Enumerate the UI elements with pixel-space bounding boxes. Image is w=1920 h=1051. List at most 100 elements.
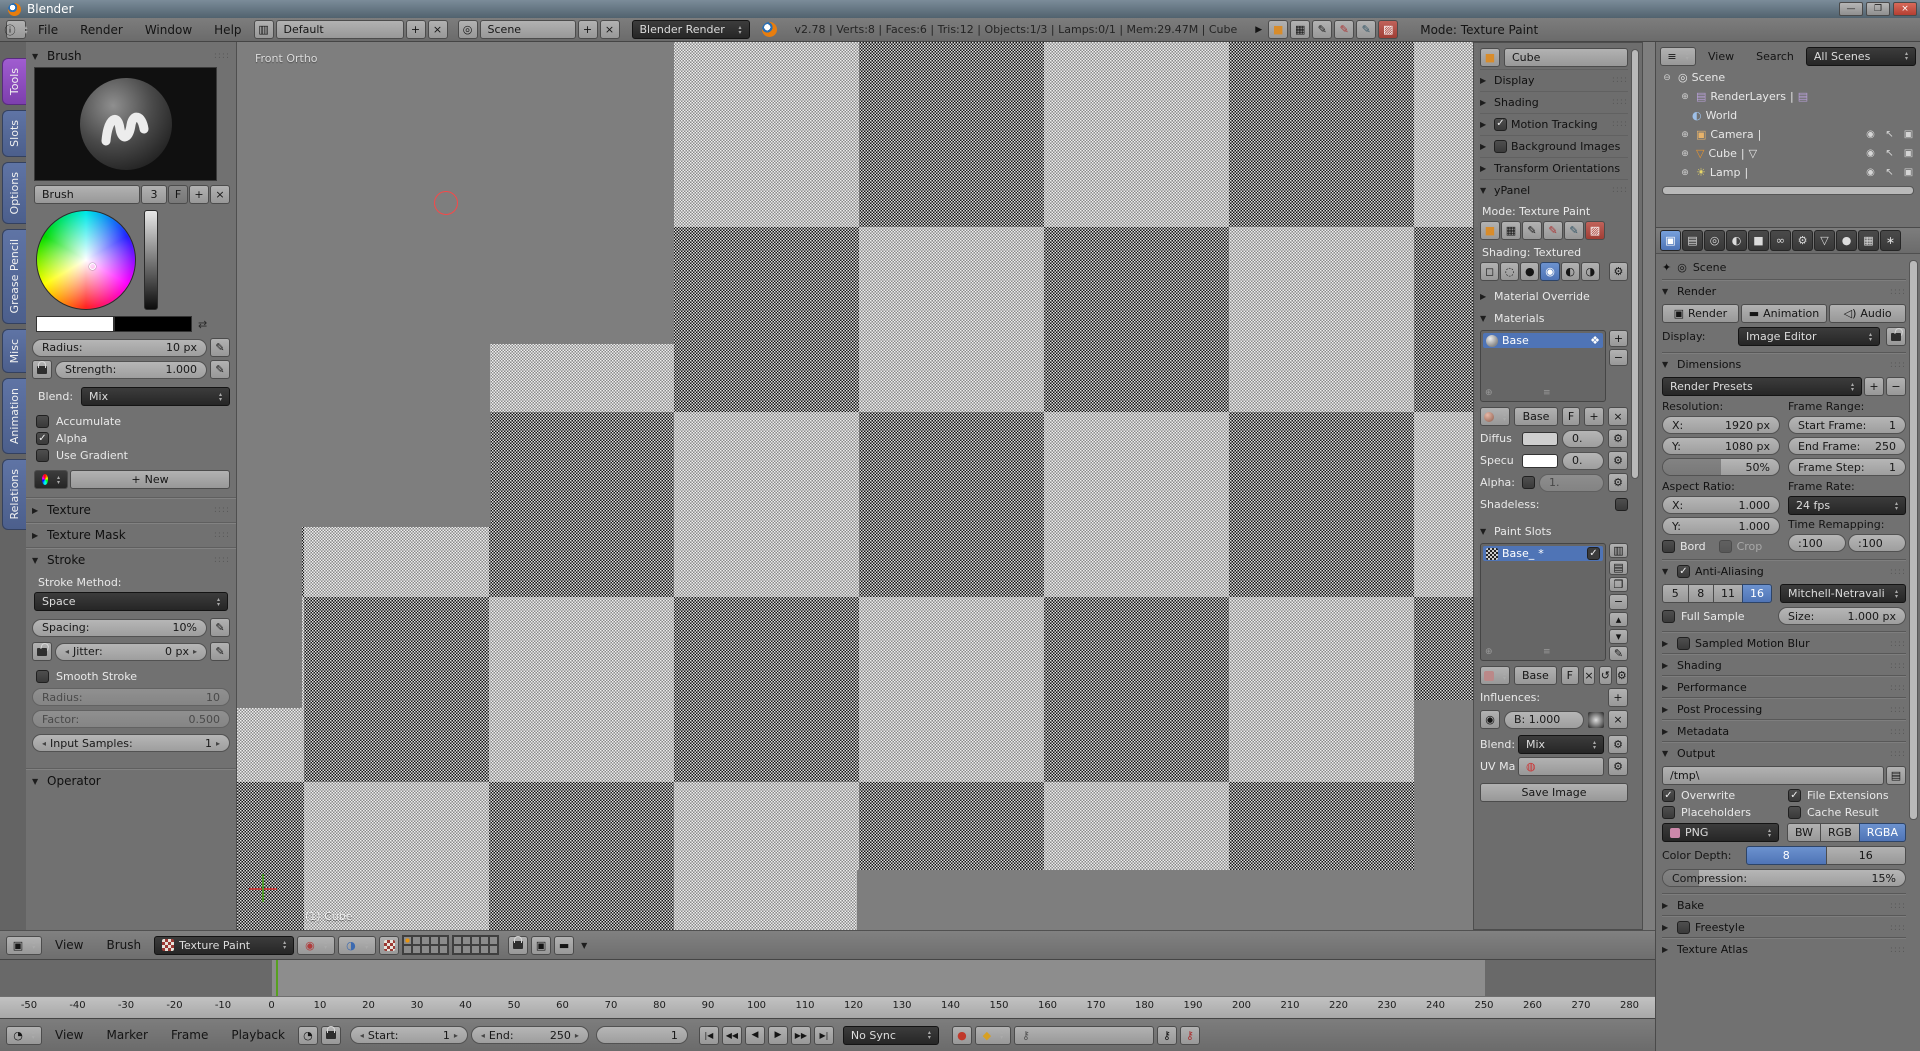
fake-user-button[interactable]: F xyxy=(168,185,188,204)
display-lock-icon[interactable] xyxy=(1886,327,1906,346)
mode-object-icon[interactable]: ■ xyxy=(1268,20,1288,39)
3d-viewport[interactable]: Front Ortho (1) Cube xyxy=(237,42,1655,930)
image-name-field[interactable]: Base xyxy=(1514,666,1557,685)
smooth-stroke-checkbox[interactable] xyxy=(36,670,49,683)
opengl-render-image-icon[interactable]: ▣ xyxy=(531,936,551,955)
outliner-menu-search[interactable]: Search xyxy=(1746,50,1804,63)
slot-remove-button[interactable]: − xyxy=(1609,594,1628,609)
aa-samples-button[interactable]: 8 xyxy=(1688,584,1715,603)
placeholders-checkbox[interactable] xyxy=(1662,806,1675,819)
overwrite-checkbox[interactable]: ✓ xyxy=(1662,789,1675,802)
material-nodes-icon[interactable]: ❖ xyxy=(1590,334,1600,347)
outliner-menu-view[interactable]: View xyxy=(1698,50,1744,63)
menu-help[interactable]: Help xyxy=(204,23,251,37)
editor-type-3dview-icon[interactable]: ▣▴▾ xyxy=(6,936,42,955)
resolution-x-field[interactable]: X:1920 px xyxy=(1662,416,1780,434)
time-remap-old-field[interactable]: :100 xyxy=(1788,534,1846,552)
influence-texture-thumb[interactable] xyxy=(1588,712,1604,728)
materials-header[interactable]: ▼Materials xyxy=(1480,308,1628,329)
object-mode-icon[interactable]: ■ xyxy=(1480,221,1500,240)
file-format-selector[interactable]: PNG▴▾ xyxy=(1662,823,1779,842)
resolution-percentage-slider[interactable]: 50% xyxy=(1662,458,1780,476)
cache-result-checkbox[interactable] xyxy=(1788,806,1801,819)
stroke-panel-header[interactable]: ▼ Stroke :::: xyxy=(32,550,230,570)
sculpt-mode-icon[interactable]: ✎ xyxy=(1522,221,1542,240)
start-frame-field[interactable]: Start Frame:1 xyxy=(1788,416,1906,434)
file-browse-folder-icon[interactable]: ▤ xyxy=(1886,766,1906,785)
material-browse-selector[interactable]: ▴▾ xyxy=(1480,407,1510,426)
input-samples-field[interactable]: ◂Input Samples:1▸ xyxy=(32,734,230,752)
panel-checkbox[interactable] xyxy=(1677,921,1690,934)
editor-type-info-icon[interactable]: ⓘ▴▾ xyxy=(6,20,26,39)
animation-button[interactable]: ▬Animation xyxy=(1741,304,1828,323)
list-resize-handle[interactable]: ≡ xyxy=(1543,647,1551,657)
active-keying-set-field[interactable]: ⚷ xyxy=(1014,1026,1154,1045)
object-type-cube-icon[interactable]: ■ xyxy=(1480,48,1500,67)
background-images-checkbox[interactable] xyxy=(1494,140,1507,153)
wireframe-shading-icon[interactable]: ◌ xyxy=(1500,262,1519,281)
outliner-item-label[interactable]: World xyxy=(1706,109,1738,122)
operator-panel-header[interactable]: ▼ Operator xyxy=(32,771,230,791)
timeline-menu-frame[interactable]: Frame xyxy=(161,1028,218,1042)
blend-gear-icon[interactable]: ⚙ xyxy=(1608,735,1628,754)
start-frame-field[interactable]: ◂Start:1▸ xyxy=(350,1026,468,1044)
textured-cube-moire[interactable] xyxy=(237,42,1478,930)
alpha-gear-icon[interactable]: ⚙ xyxy=(1608,473,1628,492)
interaction-mode-selector[interactable]: Texture Paint▴▾ xyxy=(154,936,294,955)
specular-color-swatch[interactable] xyxy=(1522,454,1558,468)
slot-image-button[interactable]: ▤ xyxy=(1609,560,1628,575)
preset-remove-button[interactable]: − xyxy=(1886,377,1906,396)
texture-mask-panel-header[interactable]: ▶ Texture Mask :::: xyxy=(32,525,230,545)
file-extensions-checkbox[interactable]: ✓ xyxy=(1788,789,1801,802)
panel-collapse-icon[interactable]: ▼ xyxy=(32,777,42,786)
maximize-button[interactable]: ❐ xyxy=(1866,2,1890,16)
secondary-color-swatch[interactable] xyxy=(114,316,192,332)
frame-step-field[interactable]: Frame Step:1 xyxy=(1788,458,1906,476)
collapsed-panel-header[interactable]: ▶Texture Atlas:::: xyxy=(1662,938,1906,960)
outliner-item-label[interactable]: RenderLayers xyxy=(1710,90,1786,103)
compression-slider[interactable]: Compression:15% xyxy=(1662,869,1906,887)
pin-icon[interactable]: ✦ xyxy=(1662,261,1671,274)
opengl-render-anim-icon[interactable]: ▬ xyxy=(554,936,574,955)
render-panel-header[interactable]: ▼Render:::: xyxy=(1662,280,1906,302)
screen-layout-icon[interactable]: ▥ xyxy=(254,20,274,39)
properties-tab-icon[interactable]: ▦ xyxy=(1858,230,1879,251)
material-fake-user-button[interactable]: F xyxy=(1562,407,1580,426)
mode-weight-paint-icon[interactable]: ✎ xyxy=(1356,20,1376,39)
properties-tab-icon[interactable]: ⚙ xyxy=(1792,230,1813,251)
outliner-row-camera[interactable]: ⊕ ▣ Camera | ◉ ↖ ▣ xyxy=(1660,125,1916,144)
image-browse-selector[interactable]: ▴▾ xyxy=(1480,666,1510,685)
texture-paint-mode-icon[interactable]: ▨ xyxy=(1585,221,1605,240)
use-gradient-checkbox[interactable] xyxy=(36,449,49,462)
lock-to-scene-icon[interactable] xyxy=(508,936,528,955)
palette-selector[interactable]: ▴▾ xyxy=(34,470,68,489)
expand-icon[interactable]: ⊕ xyxy=(1678,130,1692,140)
outliner-row-world[interactable]: ◐ World xyxy=(1660,106,1916,125)
render-presets-selector[interactable]: Render Presets▴▾ xyxy=(1662,377,1862,396)
aa-samples-button[interactable]: 5 xyxy=(1662,584,1689,603)
brush-name-field[interactable]: Brush xyxy=(34,185,140,204)
tool-shelf-tab[interactable]: Misc xyxy=(2,329,26,373)
menu-file[interactable]: File xyxy=(28,23,68,37)
collapsed-panel-header[interactable]: ▶Shading:::: xyxy=(1662,654,1906,676)
selectability-cursor-icon[interactable]: ↖ xyxy=(1882,148,1897,159)
material-shading-icon[interactable]: ◐ xyxy=(1561,262,1580,281)
mode-sculpt-icon[interactable]: ✎ xyxy=(1312,20,1332,39)
renderability-camera-icon[interactable]: ▣ xyxy=(1901,129,1916,140)
ypanel-header[interactable]: ▼yPanel:::: xyxy=(1480,179,1628,200)
color-depth-button[interactable]: 8 xyxy=(1746,846,1827,865)
transform-orientations-panel-header[interactable]: ▶Transform Orientations xyxy=(1480,157,1628,178)
brush-preview[interactable] xyxy=(34,67,217,181)
material-slot-list[interactable]: Base ❖ ⊕≡ xyxy=(1480,330,1606,402)
tool-shelf-tab[interactable]: Tools xyxy=(2,58,26,105)
manipulator-selector[interactable]: ◑▴▾ xyxy=(338,936,376,955)
viewport-menu-brush[interactable]: Brush xyxy=(96,938,151,952)
influence-b-slider[interactable]: B: 1.000 xyxy=(1504,711,1584,729)
influence-remove-button[interactable]: × xyxy=(1608,710,1628,729)
color-depth-button[interactable]: 16 xyxy=(1826,846,1907,865)
play-icon[interactable]: ▶ xyxy=(1239,25,1266,35)
visibility-eye-icon[interactable]: ◉ xyxy=(1863,167,1878,178)
shading-panel-header[interactable]: ▶Shading:::: xyxy=(1480,91,1628,112)
mode-texture-paint-icon[interactable]: ▨ xyxy=(1378,20,1398,39)
expand-icon[interactable]: ⊕ xyxy=(1678,149,1692,159)
